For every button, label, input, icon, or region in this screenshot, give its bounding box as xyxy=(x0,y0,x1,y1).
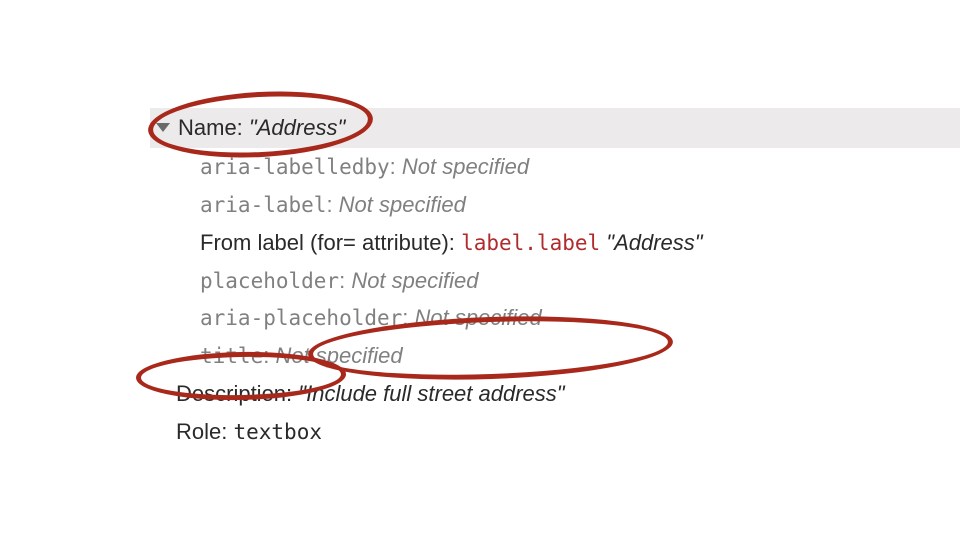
attr-value: Not specified xyxy=(415,305,542,330)
description-label: Description: xyxy=(176,381,292,406)
attr-value: Not specified xyxy=(351,268,478,293)
attr-name: title xyxy=(200,344,263,368)
role-value: textbox xyxy=(233,420,322,444)
computed-item: title: Not specified xyxy=(150,337,960,375)
description-value: Include full street address xyxy=(298,381,564,406)
attr-value: Not specified xyxy=(402,154,529,179)
computed-item: aria-placeholder: Not specified xyxy=(150,299,960,337)
attr-value: Not specified xyxy=(275,343,402,368)
computed-item: aria-label: Not specified xyxy=(150,186,960,224)
attr-name: placeholder xyxy=(200,269,339,293)
name-value: Address xyxy=(249,112,345,144)
computed-item: aria-labelledby: Not specified xyxy=(150,148,960,186)
attr-value: Not specified xyxy=(339,192,466,217)
name-label: Name: xyxy=(178,112,243,144)
from-label-quoted: Address xyxy=(606,230,702,255)
from-label-prefix: From label (for= attribute): xyxy=(200,230,455,255)
role-row: Role: textbox xyxy=(150,413,960,451)
selector-class: .label xyxy=(524,231,600,255)
role-label: Role: xyxy=(176,419,227,444)
description-row: Description: Include full street address xyxy=(150,375,960,413)
computed-item-from-label: From label (for= attribute): label.label… xyxy=(150,224,960,262)
accessibility-panel: Name: Address aria-labelledby: Not speci… xyxy=(150,108,960,451)
name-row[interactable]: Name: Address xyxy=(150,108,960,148)
attr-name: aria-label xyxy=(200,193,326,217)
attr-name: aria-placeholder xyxy=(200,306,402,330)
computed-item: placeholder: Not specified xyxy=(150,262,960,300)
disclosure-triangle-icon[interactable] xyxy=(156,123,170,132)
attr-name: aria-labelledby xyxy=(200,155,390,179)
selector-tag: label xyxy=(461,231,524,255)
